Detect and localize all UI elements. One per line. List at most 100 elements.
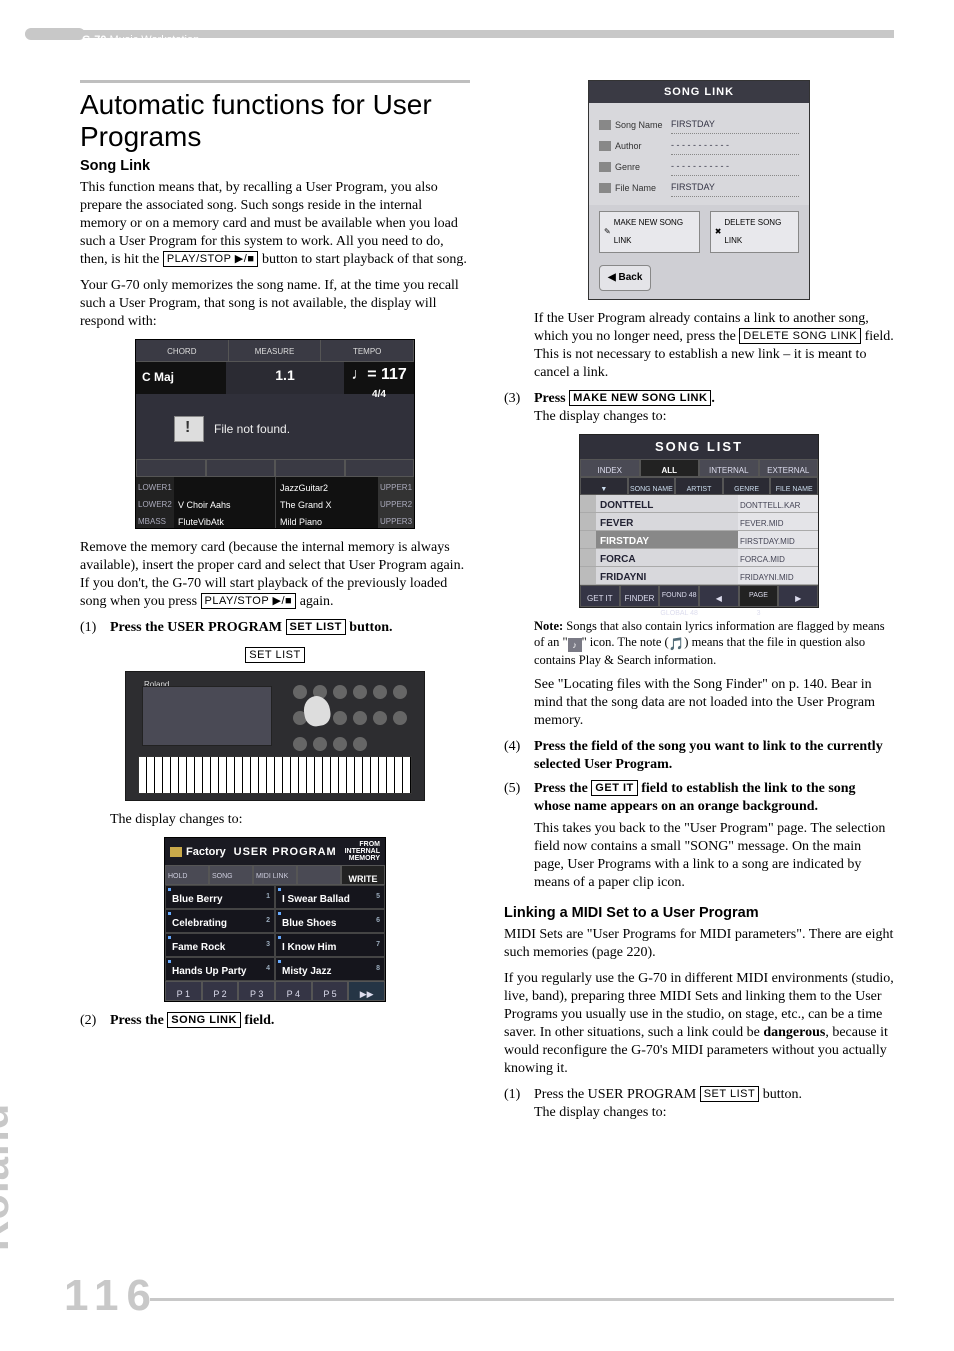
figure-hardware: Roland G-70 (125, 671, 425, 801)
text: Press the (534, 781, 591, 796)
step-number: (5) (504, 780, 528, 900)
note-label: Note: (534, 619, 563, 633)
field-label: Song Name (615, 116, 671, 134)
step-2: (2) Press the SONG LINK field. (80, 1012, 470, 1030)
text: Press the (110, 1013, 167, 1028)
pager-button: P 3 (238, 981, 275, 1001)
bar-item: EXTERNAL MEMORY (759, 459, 819, 477)
text: button. (346, 620, 393, 635)
keyboard-icon (138, 756, 412, 794)
pager-button: P 1 (165, 981, 202, 1001)
list-item: 5I Swear Ballad (275, 885, 385, 909)
tempo-display: ♩= 117 (351, 366, 407, 383)
tab-label: CHORD (136, 340, 229, 361)
step-number: (1) (504, 1086, 528, 1122)
field-value: FIRSTDAY (671, 115, 799, 134)
table-row-selected: FIRSTDAYFIRSTDAY.MID (580, 531, 818, 549)
text: Press the USER PROGRAM (534, 1087, 700, 1102)
part-value: FluteVibAtk (174, 511, 276, 528)
file-icon (580, 549, 596, 566)
list-item: 8Misty Jazz (275, 957, 385, 981)
part-label: UPPER2 (378, 494, 414, 511)
text: Press the USER PROGRAM (110, 620, 286, 635)
table-row: DONTTELLDONTTELL.KAR (580, 495, 818, 513)
part-label: UPPER1 (378, 477, 414, 494)
warning-icon (174, 416, 204, 442)
page-number: 116 (64, 1271, 159, 1321)
paragraph: This takes you back to the "User Program… (534, 820, 894, 892)
getit-button: GET IT (580, 585, 620, 607)
step-number: (3) (504, 390, 528, 426)
note-paragraph: Note: Songs that also contain lyrics inf… (534, 618, 894, 668)
midi-link-heading: Linking a MIDI Set to a User Program (504, 904, 894, 922)
part-value: V Choir Aahs (174, 494, 276, 511)
bold-text: dangerous (763, 1025, 825, 1040)
pager-button: P 5 (312, 981, 349, 1001)
section-heading: Automatic functions for User Programs (80, 89, 470, 153)
bar-item: INDEX (580, 459, 640, 477)
setlist-button-label: SET LIST (700, 1086, 759, 1102)
step-number: (4) (504, 738, 528, 774)
col-header: FILE NAME (770, 477, 818, 495)
brand-watermark: Roland (0, 1103, 18, 1251)
figure-song-link: SONG LINK Song NameFIRSTDAY Author- - - … (588, 80, 810, 300)
table-row: FEVERFEVER.MID (580, 513, 818, 531)
text: Press (534, 391, 569, 406)
lyrics-icon: ♪ (568, 638, 582, 652)
field-icon (599, 120, 611, 130)
toolbar-item (297, 865, 341, 885)
delete-songlink-label: DELETE SONG LINK (739, 328, 861, 344)
step-number: (2) (80, 1012, 104, 1030)
page-header: G-70 Music Workstation Working with User… (82, 34, 233, 60)
figure-file-not-found: CHORD MEASURE TEMPO C Maj 1.1 ♩= 117 4/4… (135, 339, 415, 529)
bar-item: ALL (640, 459, 700, 477)
step-number: (1) (80, 619, 104, 637)
memory-label: FROMINTERNALMEMORY (345, 841, 380, 862)
col-header: SONG NAME (628, 477, 676, 495)
paragraph: MIDI Sets are "User Programs for MIDI pa… (504, 926, 894, 962)
step-5: (5) Press the GET IT field to establish … (504, 780, 894, 900)
page-indicator: PAGE 3 (739, 585, 779, 607)
hw-screen (142, 686, 272, 746)
list-item: 7I Know Him (275, 933, 385, 957)
screen-title: SONG LINK (589, 81, 809, 103)
paragraph: If the User Program already contains a l… (534, 310, 894, 382)
field-value: - - - - - - - - - - - (671, 157, 799, 176)
delete-icon: ✖ (715, 223, 722, 241)
text: Press the field of the song you want to … (534, 739, 883, 772)
screen-title: SONG LIST (580, 435, 818, 459)
next-icon: ▶ (778, 585, 818, 607)
paragraph: Your G-70 only memorizes the song name. … (80, 277, 470, 331)
toolbar-item: SONG LINK (209, 865, 253, 885)
field-icon (599, 183, 611, 193)
step-3: (3) Press MAKE NEW SONG LINK. The displa… (504, 390, 894, 426)
product-name: G-70 (82, 34, 106, 46)
getit-label: GET IT (591, 780, 637, 796)
file-icon (580, 495, 596, 512)
text: field. (241, 1013, 274, 1028)
found-count: FOUND 48 GLOBAL 48 (659, 585, 699, 607)
songlink-field-label: SONG LINK (167, 1012, 241, 1028)
make-new-songlink-button: ✎MAKE NEW SONG LINK (599, 211, 700, 253)
part-label: UPPER3 (378, 511, 414, 528)
part-label: LOWER1 (136, 477, 174, 494)
list-item: 2Celebrating (165, 909, 275, 933)
field-label: Genre (615, 158, 671, 176)
text: . (711, 391, 715, 406)
text: button. (759, 1087, 802, 1102)
link-icon: ✎ (604, 223, 611, 241)
note-icon: 🎵 (669, 636, 685, 652)
section-rule (80, 80, 470, 83)
setlist-button-label: SET LIST (286, 619, 346, 635)
song-link-heading: Song Link (80, 157, 470, 175)
paragraph: This function means that, by recalling a… (80, 179, 470, 269)
measure-display: 1.1 (226, 362, 344, 394)
col-header: ARTIST (675, 477, 723, 495)
field-icon (599, 162, 611, 172)
sort-icon: ▼ (580, 477, 628, 495)
bar-item: INTERNAL MEMORY (699, 459, 759, 477)
pager-next-icon: ▶▶ (348, 981, 385, 1001)
part-value: The Grand X (276, 494, 378, 511)
paragraph: If you regularly use the G-70 in differe… (504, 970, 894, 1078)
part-value (174, 477, 276, 494)
